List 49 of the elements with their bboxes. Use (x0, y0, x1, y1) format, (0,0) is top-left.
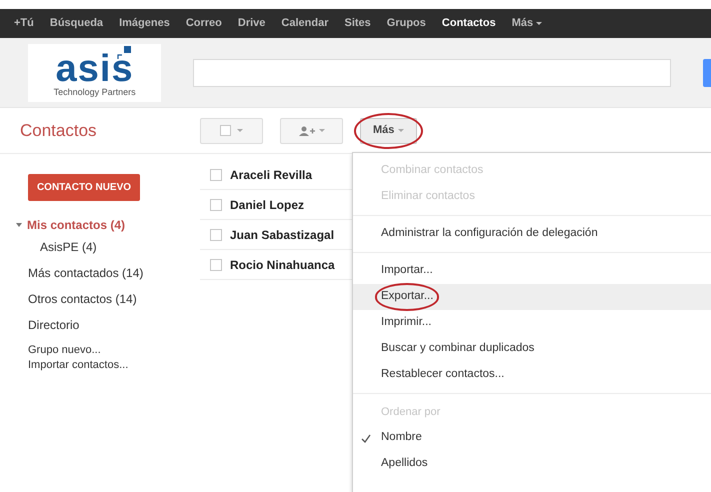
caret-icon (237, 129, 243, 132)
caret-icon (536, 22, 542, 25)
contact-name[interactable]: Rocio Ninahuanca (230, 256, 335, 274)
top-bar-link[interactable]: Búsqueda (50, 15, 104, 32)
menu-item[interactable]: Importar... (353, 258, 711, 284)
caret-icon (318, 129, 324, 132)
select-dropdown[interactable] (200, 118, 263, 144)
contact-name[interactable]: Araceli Revilla (230, 166, 312, 184)
checkbox[interactable] (210, 258, 222, 270)
top-bar-link[interactable]: Correo (186, 15, 222, 32)
contact-name[interactable]: Juan Sabastizagal (230, 226, 334, 244)
more-button[interactable]: Más (360, 118, 418, 144)
checkbox[interactable] (210, 228, 222, 240)
add-person-icon (298, 126, 314, 136)
menu-item[interactable]: Apellidos (353, 451, 711, 477)
search-button[interactable] (703, 58, 711, 86)
checkbox[interactable] (210, 168, 222, 180)
menu-item[interactable]: Nombre (353, 425, 711, 451)
menu-item[interactable]: Buscar y combinar duplicados (353, 336, 711, 362)
menu-heading: Ordenar por (380, 405, 442, 420)
add-to-group-button[interactable] (280, 118, 343, 144)
checkbox[interactable] (210, 198, 222, 210)
sidebar-item[interactable]: Más contactados (14) (28, 264, 144, 282)
contact-name[interactable]: Daniel Lopez (230, 196, 304, 214)
top-bar-link[interactable]: Imágenes (119, 15, 170, 32)
top-bar-link[interactable]: Más (512, 15, 542, 32)
page-title: Contactos (19, 120, 98, 142)
menu-item[interactable]: Imprimir... (353, 310, 711, 336)
menu-item[interactable]: Administrar la configuración de delegación (353, 221, 711, 247)
sidebar-item[interactable]: Mis contactos (4) (27, 216, 126, 234)
top-bar-link[interactable]: Sites (344, 15, 371, 32)
sidebar-link[interactable]: Grupo nuevo... (28, 343, 200, 358)
new-contact-button[interactable]: CONTACTO NUEVO (28, 174, 140, 201)
checkbox-icon (220, 125, 231, 136)
menu-item[interactable]: Exportar... (353, 284, 711, 310)
top-bar-link[interactable]: Contactos (442, 15, 496, 32)
sidebar-link[interactable]: Importar contactos... (28, 358, 200, 373)
expand-arrow-icon[interactable] (16, 223, 22, 227)
top-bar-link[interactable]: Drive (238, 15, 266, 32)
company-logo: asis Technology Partners (28, 44, 162, 102)
sidebar-item[interactable]: AsisPE (4) (28, 237, 200, 257)
caret-icon (398, 129, 404, 132)
top-bar-link[interactable]: +Tú (14, 15, 34, 32)
sidebar-item[interactable]: Otros contactos (14) (28, 290, 137, 308)
search-field[interactable] (193, 58, 672, 86)
top-bar-link[interactable]: Calendar (281, 15, 328, 32)
menu-item[interactable]: Restablecer contactos... (353, 362, 711, 388)
top-bar-link[interactable]: Grupos (386, 15, 426, 32)
sidebar-item[interactable]: Directorio (28, 316, 80, 334)
